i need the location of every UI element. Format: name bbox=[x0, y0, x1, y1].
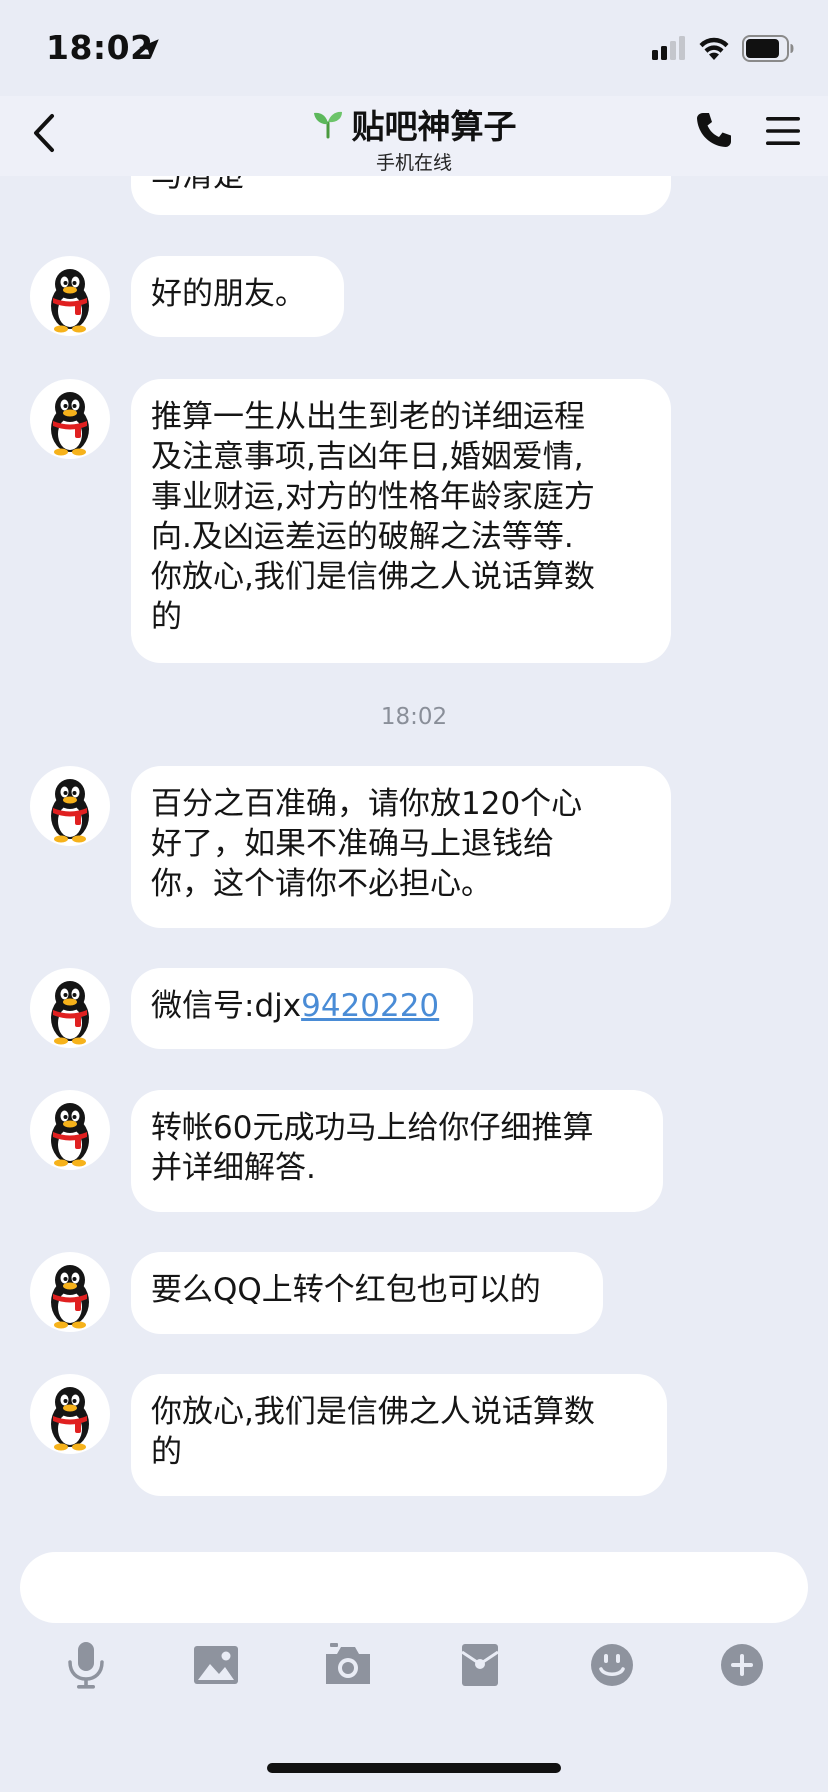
penguin-avatar-icon bbox=[51, 981, 89, 1045]
message-list[interactable]: 马清楚 好的朋友。 推算一生从出生到老的详细运程 及注意事项,吉凶年日,婚姻爱情… bbox=[0, 176, 828, 1540]
avatar[interactable] bbox=[30, 1252, 110, 1332]
message-text: 微信号:djx bbox=[151, 988, 302, 1024]
message-line: 你放心,我们是信佛之人说话算数 bbox=[151, 1394, 595, 1430]
message-line: 的 bbox=[151, 599, 182, 635]
chat-header: 贴吧神算子 手机在线 bbox=[0, 96, 828, 176]
image-icon[interactable] bbox=[190, 1640, 242, 1690]
avatar[interactable] bbox=[30, 1090, 110, 1170]
microphone-icon[interactable] bbox=[60, 1640, 112, 1690]
input-toolbar bbox=[0, 1640, 828, 1710]
message-line: 推算一生从出生到老的详细运程 bbox=[151, 399, 585, 435]
message-bubble[interactable]: 推算一生从出生到老的详细运程 及注意事项,吉凶年日,婚姻爱情, 事业财运,对方的… bbox=[131, 379, 671, 663]
message-bubble[interactable]: 要么QQ上转个红包也可以的 bbox=[131, 1252, 603, 1334]
phone-call-icon[interactable] bbox=[694, 110, 734, 150]
message-line: 并详细解答. bbox=[151, 1150, 316, 1186]
battery-icon bbox=[742, 35, 794, 62]
avatar[interactable] bbox=[30, 1374, 110, 1454]
message-bubble-partial: 马清楚 bbox=[131, 176, 671, 215]
message-line: 你，这个请你不必担心。 bbox=[151, 866, 492, 902]
status-bar: 18:02 bbox=[0, 0, 828, 96]
wechat-id-link[interactable]: 9420220 bbox=[301, 988, 439, 1024]
plus-icon[interactable] bbox=[716, 1640, 768, 1690]
message-bubble[interactable]: 你放心,我们是信佛之人说话算数 的 bbox=[131, 1374, 667, 1496]
penguin-avatar-icon bbox=[51, 779, 89, 843]
message-text: 好的朋友。 bbox=[151, 276, 306, 312]
message-text: 要么QQ上转个红包也可以的 bbox=[151, 1272, 541, 1308]
camera-icon[interactable] bbox=[322, 1640, 374, 1690]
message-timestamp: 18:02 bbox=[380, 704, 448, 730]
message-line: 及注意事项,吉凶年日,婚姻爱情, bbox=[151, 439, 584, 475]
message-line: 你放心,我们是信佛之人说话算数 bbox=[151, 559, 595, 595]
message-line: 向.及凶运差运的破解之法等等. bbox=[151, 519, 574, 555]
message-bubble[interactable]: 转帐60元成功马上给你仔细推算 并详细解答. bbox=[131, 1090, 663, 1212]
message-bubble[interactable]: 百分之百准确，请你放120个心 好了，如果不准确马上退钱给 你，这个请你不必担心… bbox=[131, 766, 671, 928]
emoji-icon[interactable] bbox=[586, 1640, 638, 1690]
avatar[interactable] bbox=[30, 379, 110, 459]
penguin-avatar-icon bbox=[51, 392, 89, 456]
message-line: 百分之百准确，请你放120个心 bbox=[151, 786, 583, 822]
wifi-icon bbox=[699, 37, 729, 60]
message-bubble[interactable]: 好的朋友。 bbox=[131, 256, 344, 337]
penguin-avatar-icon bbox=[51, 1265, 89, 1329]
online-status: 手机在线 bbox=[375, 152, 452, 174]
chat-title: 贴吧神算子 bbox=[351, 107, 517, 146]
message-line: 好了，如果不准确马上退钱给 bbox=[151, 826, 554, 862]
menu-icon[interactable] bbox=[764, 114, 802, 148]
message-line: 事业财运,对方的性格年龄家庭方 bbox=[151, 479, 595, 515]
location-arrow-icon bbox=[139, 39, 159, 59]
avatar[interactable] bbox=[30, 766, 110, 846]
penguin-avatar-icon bbox=[51, 269, 89, 333]
avatar[interactable] bbox=[30, 256, 110, 336]
message-line: 转帐60元成功马上给你仔细推算 bbox=[151, 1110, 594, 1146]
message-input[interactable] bbox=[20, 1552, 808, 1623]
penguin-avatar-icon bbox=[51, 1103, 89, 1167]
cellular-signal-icon bbox=[652, 36, 685, 60]
penguin-avatar-icon bbox=[51, 1387, 89, 1451]
message-text: 马清楚 bbox=[151, 176, 244, 194]
message-line: 的 bbox=[151, 1434, 182, 1470]
home-indicator[interactable] bbox=[267, 1763, 561, 1773]
sprout-icon bbox=[313, 111, 342, 139]
message-bubble[interactable]: 微信号:djx9420220 bbox=[131, 968, 473, 1049]
avatar[interactable] bbox=[30, 968, 110, 1048]
red-packet-icon[interactable] bbox=[454, 1640, 506, 1690]
